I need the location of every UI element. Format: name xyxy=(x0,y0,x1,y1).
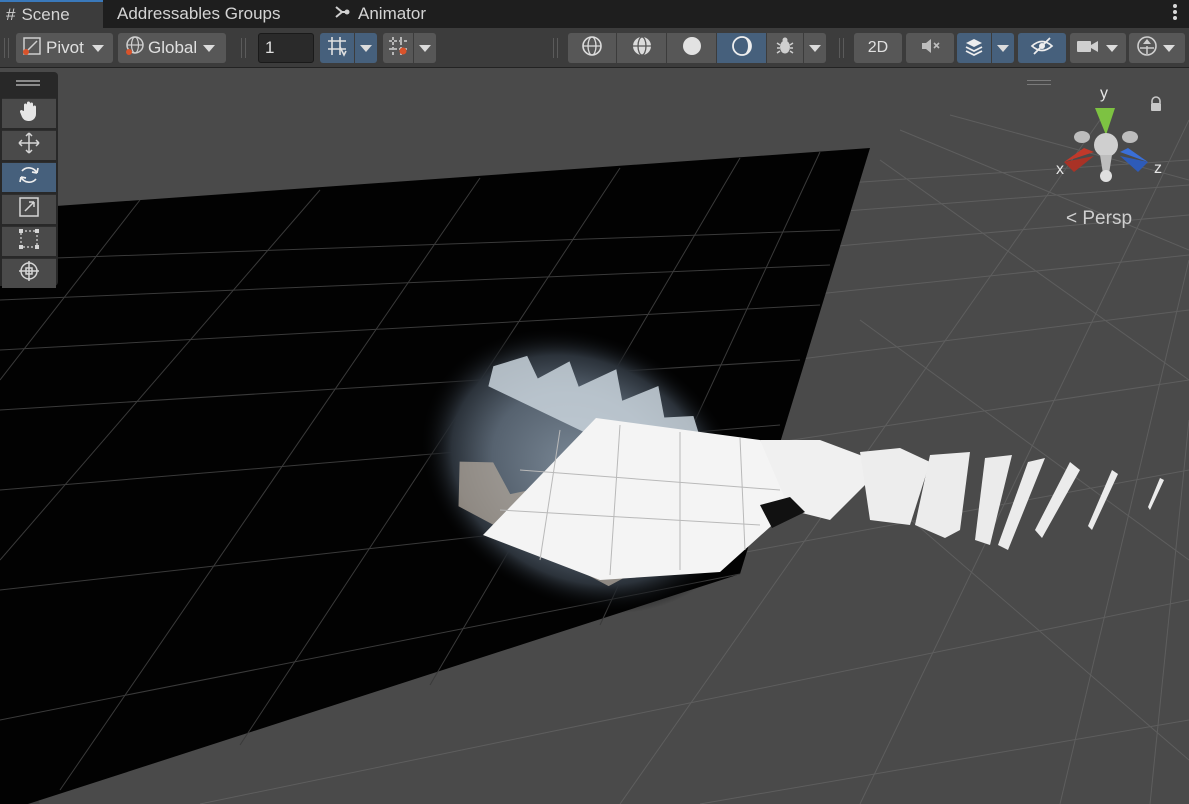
toolbar-grip[interactable] xyxy=(839,38,844,58)
bug-icon xyxy=(774,35,796,62)
rotate-tool-button[interactable] xyxy=(2,162,56,192)
scale-icon xyxy=(17,195,41,224)
chevron-down-icon xyxy=(1163,44,1175,52)
projection-toggle[interactable]: < Persp xyxy=(1066,208,1132,230)
transform-tool-button[interactable] xyxy=(2,258,56,288)
pivot-label: Pivot xyxy=(46,38,84,57)
increment-snap-dropdown[interactable] xyxy=(414,33,436,63)
effects-toggle-button[interactable] xyxy=(957,33,991,63)
chevron-down-icon xyxy=(91,44,104,52)
camera-icon xyxy=(1076,37,1100,60)
grid-snap-icon xyxy=(326,35,348,62)
shaded-button[interactable] xyxy=(667,33,716,63)
tool-palette xyxy=(0,72,58,288)
chevron-down-icon xyxy=(1106,44,1118,52)
tab-addressables-label: Addressables Groups xyxy=(117,4,281,23)
grid-snap-dropdown[interactable] xyxy=(355,33,377,63)
transform-icon xyxy=(17,259,41,288)
increment-snap-button[interactable] xyxy=(383,33,413,63)
scene-toolbar: Pivot Global 1 2D xyxy=(0,28,1189,68)
rotate-icon xyxy=(17,163,41,192)
mode-2d-label: 2D xyxy=(867,39,889,56)
more-options-icon[interactable] xyxy=(1173,4,1177,22)
gizmo-y-label: y xyxy=(1100,85,1108,102)
unlit-button[interactable] xyxy=(717,33,766,63)
grid-hash-icon: # xyxy=(6,5,16,24)
tab-scene[interactable]: # Scene xyxy=(0,0,103,28)
chevron-down-icon xyxy=(997,44,1009,52)
camera-dropdown[interactable] xyxy=(1070,33,1126,63)
shaded-sphere-icon xyxy=(680,34,704,63)
hand-tool-button[interactable] xyxy=(2,98,56,128)
move-tool-button[interactable] xyxy=(2,130,56,160)
chevron-down-icon xyxy=(360,44,372,52)
chevron-down-icon xyxy=(419,44,431,52)
pivot-icon xyxy=(22,36,42,61)
tab-bar: # Scene Addressables Groups Animator xyxy=(0,0,1189,28)
chevron-down-icon xyxy=(203,44,216,52)
increment-snap-icon xyxy=(387,35,409,62)
rect-icon xyxy=(17,227,41,256)
layers-icon xyxy=(963,35,985,62)
gizmo-x-label: x xyxy=(1056,161,1064,178)
tab-scene-label: Scene xyxy=(21,5,70,24)
overlay-grip[interactable] xyxy=(1027,80,1051,85)
tab-animator[interactable]: Animator xyxy=(334,0,426,28)
chevron-down-icon xyxy=(809,44,821,52)
wireframe-shading-button[interactable] xyxy=(568,33,616,63)
eye-hidden-icon xyxy=(1030,36,1054,61)
palette-grip[interactable] xyxy=(16,80,40,86)
pivot-dropdown[interactable]: Pivot xyxy=(16,33,113,63)
move-arrows-icon xyxy=(17,131,41,160)
tab-animator-label: Animator xyxy=(358,4,427,23)
global-label: Global xyxy=(148,38,198,57)
mode-2d-button[interactable]: 2D xyxy=(854,33,902,63)
gizmo-z-label: z xyxy=(1154,160,1162,177)
tab-addressables-groups[interactable]: Addressables Groups xyxy=(117,0,280,28)
gizmo-sphere-icon xyxy=(1135,34,1159,63)
speaker-muted-icon xyxy=(919,35,941,62)
shaded-wireframe-icon xyxy=(630,34,654,63)
scale-tool-button[interactable] xyxy=(2,194,56,224)
scene-visibility-button[interactable] xyxy=(1018,33,1066,63)
grid-snap-button[interactable] xyxy=(320,33,354,63)
globe-icon xyxy=(124,35,146,62)
scene-viewport[interactable] xyxy=(0,68,1189,804)
toolbar-grip[interactable] xyxy=(241,38,246,58)
effects-dropdown[interactable] xyxy=(992,33,1014,63)
wireframe-sphere-icon xyxy=(580,34,604,63)
unlit-moon-icon xyxy=(730,34,754,63)
gizmos-dropdown[interactable] xyxy=(1129,33,1185,63)
rect-tool-button[interactable] xyxy=(2,226,56,256)
toolbar-grip[interactable] xyxy=(4,38,9,58)
gizmo-axes xyxy=(1064,108,1148,182)
scene-canvas xyxy=(0,68,1189,804)
global-dropdown[interactable]: Global xyxy=(118,33,226,63)
debug-draw-mode-button[interactable] xyxy=(767,33,803,63)
debug-draw-mode-dropdown[interactable] xyxy=(804,33,826,63)
toolbar-grip[interactable] xyxy=(553,38,558,58)
hand-icon xyxy=(17,99,41,128)
audio-toggle-button[interactable] xyxy=(906,33,954,63)
grid-size-value: 1 xyxy=(265,38,275,57)
grid-size-input[interactable]: 1 xyxy=(258,33,314,63)
animator-icon xyxy=(334,4,352,25)
shaded-wireframe-button[interactable] xyxy=(617,33,666,63)
orientation-gizmo[interactable]: y x z xyxy=(1050,80,1170,190)
